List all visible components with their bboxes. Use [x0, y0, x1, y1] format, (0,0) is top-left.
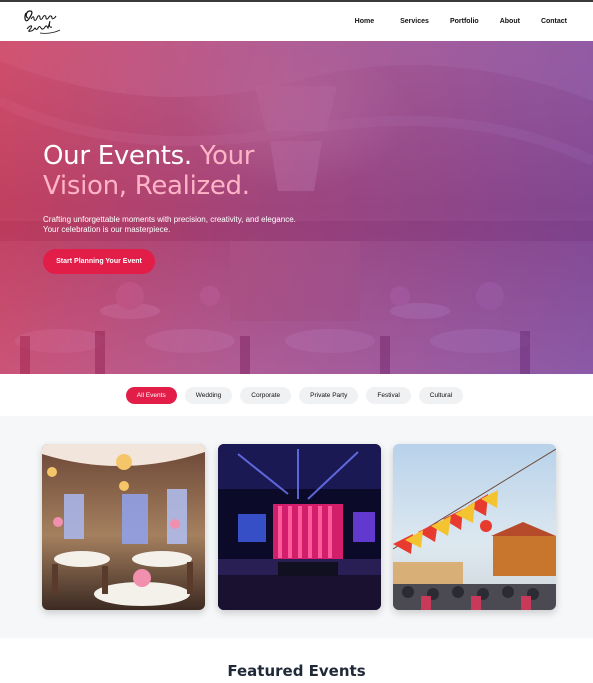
- hero-title-part1: Our Events.: [43, 141, 192, 171]
- hero-section: Our Events. Your Vision, Realized. Craft…: [0, 41, 593, 374]
- featured-events-section: Featured Events: [0, 638, 593, 683]
- gallery-card-corporate[interactable]: [218, 444, 381, 610]
- event-filter-bar: All Events Wedding Corporate Private Par…: [0, 374, 593, 416]
- hero-subtitle: Crafting unforgettable moments with prec…: [43, 215, 343, 234]
- filter-cultural[interactable]: Cultural: [418, 386, 464, 404]
- filter-all-events[interactable]: All Events: [125, 386, 177, 404]
- gallery-card-wedding[interactable]: [42, 444, 205, 610]
- featured-events-title: Featured Events: [227, 662, 366, 680]
- gallery-card-festival[interactable]: [393, 444, 556, 610]
- logo-script-graphic: [24, 9, 61, 34]
- filter-festival[interactable]: Festival: [366, 386, 411, 404]
- hero-title: Our Events. Your Vision, Realized.: [43, 141, 343, 201]
- festival-street-image: [393, 444, 556, 610]
- filter-private-party[interactable]: Private Party: [299, 386, 359, 404]
- filter-corporate[interactable]: Corporate: [240, 386, 292, 404]
- nav-home[interactable]: Home: [355, 18, 374, 25]
- hero-title-accent1: Your: [199, 141, 255, 171]
- hero-subtitle-line1: Crafting unforgettable moments with prec…: [43, 215, 296, 224]
- nav-about[interactable]: About: [500, 18, 520, 25]
- event-gallery: [0, 416, 593, 638]
- corporate-stage-image: [218, 444, 381, 610]
- brand-logo[interactable]: [22, 7, 70, 37]
- filter-wedding[interactable]: Wedding: [184, 386, 233, 404]
- nav-services[interactable]: Services: [400, 18, 429, 25]
- nav-contact[interactable]: Contact: [541, 18, 567, 25]
- start-planning-button[interactable]: Start Planning Your Event: [43, 249, 155, 274]
- nav-portfolio[interactable]: Portfolio: [450, 18, 479, 25]
- hero-subtitle-line2: Your celebration is our masterpiece.: [43, 224, 171, 234]
- hero-title-accent2: Vision, Realized.: [43, 171, 250, 201]
- main-nav: Home Services Portfolio About Contact: [355, 18, 567, 25]
- hero-content: Our Events. Your Vision, Realized. Craft…: [43, 141, 343, 274]
- site-header: Home Services Portfolio About Contact: [0, 2, 593, 41]
- wedding-ballroom-image: [42, 444, 205, 610]
